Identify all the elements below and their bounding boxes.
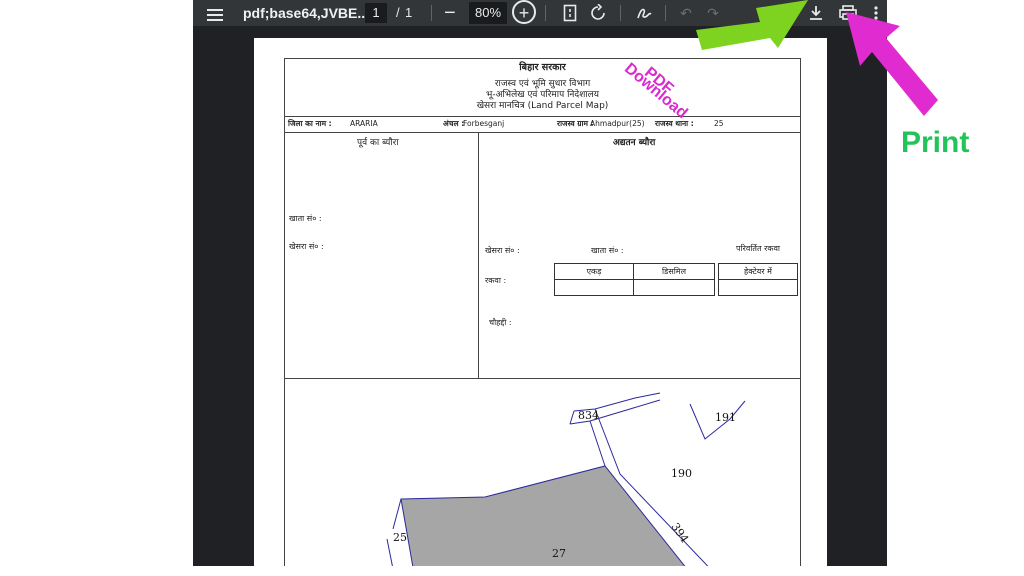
- thana-label: राजस्व थाना :: [655, 119, 694, 128]
- divider: [620, 5, 621, 21]
- print-annotation-label: Print: [901, 126, 970, 159]
- parcel-label-27: 27: [552, 547, 566, 560]
- hectare-header: हेक्टेयर में: [718, 263, 798, 280]
- previous-details-heading: पूर्व का ब्यौरा: [357, 138, 399, 148]
- rotate-icon[interactable]: [589, 0, 607, 26]
- updated-details: अद्यतन ब्यौरा खेसरा सं० : खाता सं० : परि…: [479, 133, 800, 379]
- district-label: जिला का नाम :: [288, 119, 332, 128]
- thana-value: 25: [714, 119, 724, 128]
- page-number-input[interactable]: 1: [365, 3, 387, 23]
- acre-header: एकड़: [554, 263, 634, 280]
- department: राजस्व एवं भूमि सुधार विभाग: [494, 79, 591, 89]
- download-arrow-annotation: [696, 0, 808, 50]
- fit-page-icon[interactable]: [561, 0, 579, 26]
- divider: [431, 5, 432, 21]
- info-row: जिला का नाम : ARARIA अंचल : Forbesganj र…: [285, 116, 800, 133]
- divider: [665, 5, 666, 21]
- parcel-label-25: 25: [393, 531, 407, 544]
- menu-icon[interactable]: [207, 6, 223, 21]
- updated-details-heading: अद्यतन ब्यौरा: [613, 138, 656, 148]
- divider: [545, 5, 546, 21]
- boundary-line: [589, 420, 606, 467]
- page-separator: /: [396, 5, 400, 20]
- circle-label: अंचल :: [443, 119, 465, 128]
- rakba-label: रकवा :: [485, 276, 507, 285]
- print-arrow-annotation: [846, 12, 938, 116]
- boundary-line: [569, 410, 575, 425]
- form-header: बिहार सरकार राजस्व एवं भूमि सुधार विभाग …: [285, 59, 800, 117]
- map-title: खेसरा मानचित्र (Land Parcel Map): [476, 101, 609, 111]
- directorate: भू-अभिलेख एवं परिमाप निदेशालय: [486, 90, 599, 100]
- khesra-label: खेसरा सं० :: [485, 246, 520, 255]
- previous-details: पूर्व का ब्यौरा खाता सं० : खेसरा सं० :: [285, 133, 479, 379]
- page-total: 1: [405, 5, 413, 20]
- acre-value: [554, 279, 634, 296]
- parcel-27-shape: [400, 465, 686, 566]
- pdf-page: बिहार सरकार राजस्व एवं भूमि सुधार विभाग …: [254, 38, 827, 566]
- govt-title: बिहार सरकार: [519, 62, 566, 73]
- changed-area-label: परिवर्तित रकवा: [736, 244, 781, 253]
- decimal-value: [633, 279, 715, 296]
- khata-label: खाता सं० :: [591, 246, 624, 255]
- parcel-label-190: 190: [671, 467, 692, 480]
- zoom-out-button[interactable]: −: [444, 0, 456, 26]
- land-parcel-form: बिहार सरकार राजस्व एवं भूमि सुधार विभाग …: [284, 58, 801, 566]
- parcel-label-394: 394: [669, 521, 692, 546]
- parcel-map: 834 191 190 394 25 27: [386, 392, 746, 566]
- parcel-label-834: 834: [578, 409, 599, 422]
- khesra-label: खेसरा सं० :: [289, 242, 324, 251]
- village-value: Ahmadpur(25): [590, 119, 645, 128]
- boundary-line: [392, 498, 402, 530]
- hectare-value: [718, 279, 798, 296]
- parcel-label-191: 191: [715, 411, 736, 424]
- pdf-viewer: pdf;base64,JVBE... 1 / 1 − 80% + ↶ ↷ बिह…: [193, 0, 887, 566]
- zoom-level-input[interactable]: 80%: [469, 2, 507, 24]
- annotate-icon[interactable]: [636, 0, 654, 26]
- decimal-header: डिसमिल: [633, 263, 715, 280]
- chauhaddi-label: चौहद्दी :: [489, 318, 512, 327]
- area-table: एकड़ डिसमिल हेक्टेयर में: [554, 263, 798, 296]
- village-label: राजस्व ग्राम :: [557, 119, 594, 128]
- circle-value: Forbesganj: [463, 119, 505, 128]
- khata-label: खाता सं० :: [289, 214, 322, 223]
- zoom-in-button[interactable]: +: [512, 0, 536, 24]
- district-value: ARARIA: [350, 119, 378, 128]
- document-title: pdf;base64,JVBE...: [243, 5, 370, 21]
